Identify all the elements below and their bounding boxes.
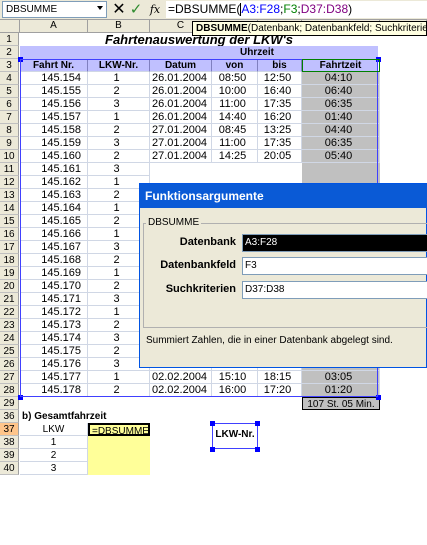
column-header-b[interactable]: B — [88, 20, 150, 33]
tooltip-arguments: (Datenbank; Datenbankfeld; Suchkriterien… — [247, 23, 427, 34]
row-header-24[interactable]: 24 — [0, 332, 19, 345]
row-header-6[interactable]: 6 — [0, 98, 19, 111]
row-header-29[interactable]: 29 — [0, 397, 19, 410]
row-header-21[interactable]: 21 — [0, 293, 19, 306]
field-suchkriterien[interactable]: D37:D38 — [242, 281, 427, 299]
formula-input[interactable]: =DBSUMME(A3:F28;F3;D37:D38) — [166, 1, 427, 18]
field-datenbankfeld[interactable]: F3 — [242, 257, 427, 275]
row-header-27[interactable]: 27 — [0, 371, 19, 384]
row-header-40[interactable]: 40 — [0, 462, 19, 475]
function-arguments-dialog: Funktionsargumente DBSUMME Datenbank A3:… — [139, 183, 427, 368]
range-resize-handle[interactable] — [255, 421, 260, 426]
uhrzeit-header: Uhrzeit — [240, 47, 274, 58]
formula-arg-database: A3:F28 — [241, 2, 281, 16]
name-box[interactable]: DBSUMME — [2, 1, 107, 18]
label-datenbank: Datenbank — [179, 236, 236, 248]
label-datenbankfeld: Datenbankfeld — [160, 259, 236, 271]
row-header-26[interactable]: 26 — [0, 358, 19, 371]
row-header-28[interactable]: 28 — [0, 384, 19, 397]
total-duration-cell[interactable]: 107 St. 05 Min. — [302, 397, 380, 410]
row-header-38[interactable]: 38 — [0, 436, 19, 449]
row-header-8[interactable]: 8 — [0, 124, 19, 137]
label-suchkriterien: Suchkriterien — [165, 283, 236, 295]
row-header-12[interactable]: 12 — [0, 176, 19, 189]
lkw-value-cell[interactable]: 2 — [20, 449, 88, 462]
formula-bar: DBSUMME ✕ ✓ fx =DBSUMME(A3:F28;F3;D37:D3… — [0, 0, 427, 20]
field-datenbank[interactable]: A3:F28 — [242, 234, 427, 252]
row-header-3[interactable]: 3 — [0, 59, 19, 72]
corner-select-all[interactable] — [0, 20, 20, 33]
name-box-dropdown-icon[interactable] — [97, 6, 103, 10]
tooltip-function-name[interactable]: DBSUMME — [196, 23, 248, 34]
section-b-label: b) Gesamtfahrzeit — [22, 411, 107, 422]
row-header-39[interactable]: 39 — [0, 449, 19, 462]
dialog-title[interactable]: Funktionsargumente — [140, 184, 427, 208]
dialog-description: Summiert Zahlen, die in einer Datenbank … — [146, 335, 393, 346]
range-resize-handle[interactable] — [210, 447, 215, 452]
function-tooltip: DBSUMME(Datenbank; Datenbankfeld; Suchkr… — [192, 21, 427, 36]
lkw-label: LKW — [20, 423, 88, 436]
lkw-value-cell[interactable]: 3 — [20, 462, 88, 475]
row-header-15[interactable]: 15 — [0, 215, 19, 228]
row-header-11[interactable]: 11 — [0, 163, 19, 176]
row-header-37[interactable]: 37 — [0, 423, 19, 436]
row-header-25[interactable]: 25 — [0, 345, 19, 358]
row-header-16[interactable]: 16 — [0, 228, 19, 241]
insert-function-icon[interactable]: fx — [147, 1, 163, 18]
row-header-2[interactable]: 2 — [0, 46, 19, 59]
column-header-a[interactable]: A — [20, 20, 88, 33]
row-header-4[interactable]: 4 — [0, 72, 19, 85]
row-header-22[interactable]: 22 — [0, 306, 19, 319]
formula-prefix: =DBSUMME( — [168, 2, 241, 16]
lkw-value-cell[interactable]: 1 — [20, 436, 88, 449]
range-resize-handle[interactable] — [255, 447, 260, 452]
row-header-18[interactable]: 18 — [0, 254, 19, 267]
field-range-outline — [302, 59, 380, 72]
row-header-5[interactable]: 5 — [0, 85, 19, 98]
row-header-17[interactable]: 17 — [0, 241, 19, 254]
header-band-row-2 — [20, 46, 378, 59]
dialog-group-label: DBSUMME — [146, 217, 202, 228]
row-header-1[interactable]: 1 — [0, 33, 19, 46]
row-header-23[interactable]: 23 — [0, 319, 19, 332]
range-resize-handle[interactable] — [210, 421, 215, 426]
row-header-10[interactable]: 10 — [0, 150, 19, 163]
cancel-icon[interactable]: ✕ — [112, 1, 126, 18]
row-header-19[interactable]: 19 — [0, 267, 19, 280]
row-header-36[interactable]: 36 — [0, 410, 19, 423]
row-header-20[interactable]: 20 — [0, 280, 19, 293]
row-header-9[interactable]: 9 — [0, 137, 19, 150]
row-header-7[interactable]: 7 — [0, 111, 19, 124]
formula-suffix: ) — [348, 2, 353, 16]
formula-arg-field: F3 — [283, 2, 298, 16]
enter-icon[interactable]: ✓ — [129, 1, 143, 18]
active-cell-b37[interactable]: =DBSUMME — [88, 423, 150, 436]
criteria-header-cell[interactable]: LKW-Nr. — [212, 423, 258, 449]
formula-arg-criteria: D37:D38 — [300, 2, 349, 16]
row-header-13[interactable]: 13 — [0, 189, 19, 202]
row-header-14[interactable]: 14 — [0, 202, 19, 215]
